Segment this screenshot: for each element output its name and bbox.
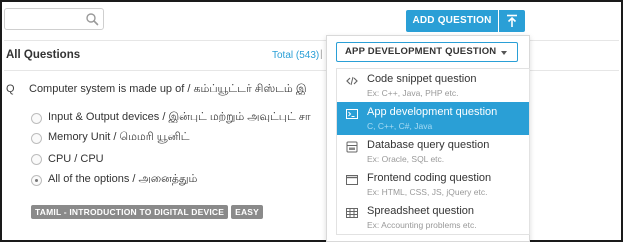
window-icon xyxy=(346,174,358,186)
menu-item-code-snippet[interactable]: Code snippet question Ex: C++, Java, PHP… xyxy=(337,69,529,102)
menu-item-title: App development question xyxy=(367,106,498,118)
search-icon[interactable] xyxy=(85,12,99,26)
radio-button-selected[interactable] xyxy=(31,174,42,186)
question-text: Computer system is made up of / கம்ப்யூட… xyxy=(29,83,307,95)
menu-item-subtitle: Ex: C++, Java, PHP etc. xyxy=(367,88,459,98)
upload-button[interactable] xyxy=(499,10,525,32)
total-count-link[interactable]: Total (543) xyxy=(272,50,319,61)
question-type-dropdown: APP DEVELOPMENT QUESTION Code snippet qu… xyxy=(326,35,530,242)
spreadsheet-icon xyxy=(346,207,358,219)
menu-item-title: Frontend coding question xyxy=(367,172,492,184)
question-tags: TAMIL - INTRODUCTION TO DIGITAL DEVICE E… xyxy=(31,205,264,219)
option-item[interactable]: Memory Unit / மெமரி யூனிட் xyxy=(31,130,190,146)
option-label: All of the options / அனைத்தும் xyxy=(48,173,198,185)
option-label: CPU / CPU xyxy=(48,153,104,165)
code-icon xyxy=(346,75,358,87)
difficulty-tag: EASY xyxy=(231,205,264,219)
search-input[interactable] xyxy=(4,8,104,30)
option-label: Memory Unit / மெமரி யூனிட் xyxy=(48,131,190,143)
caret-down-icon xyxy=(501,51,507,55)
question-type-menu: Code snippet question Ex: C++, Java, PHP… xyxy=(336,68,530,235)
page-title: All Questions xyxy=(6,49,81,61)
topic-tag: TAMIL - INTRODUCTION TO DIGITAL DEVICE xyxy=(31,205,229,219)
app-frame: All Questions Total (543) | Q Computer s… xyxy=(0,0,623,242)
option-item[interactable]: Input & Output devices / இன்புட் மற்றும்… xyxy=(31,110,311,126)
menu-item-frontend-coding[interactable]: Frontend coding question Ex: HTML, CSS, … xyxy=(337,168,529,201)
menu-item-subtitle: Ex: Oracle, SQL etc. xyxy=(367,154,445,164)
menu-item-subtitle: Ex: HTML, CSS, JS, jQuery etc. xyxy=(367,187,488,197)
menu-item-title: Database query question xyxy=(367,139,490,151)
menu-item-app-development[interactable]: App development question C, C++, C#, Jav… xyxy=(337,102,529,135)
menu-item-database-query[interactable]: Database query question Ex: Oracle, SQL … xyxy=(337,135,529,168)
radio-button[interactable] xyxy=(31,112,42,124)
question-number: Q xyxy=(6,83,15,95)
header-separator: | xyxy=(320,49,323,60)
menu-item-subtitle: Ex: Accounting problems etc. xyxy=(367,220,477,230)
question-type-select-value: APP DEVELOPMENT QUESTION xyxy=(345,46,497,57)
radio-button[interactable] xyxy=(31,132,42,144)
option-label: Input & Output devices / இன்புட் மற்றும்… xyxy=(48,111,311,123)
database-icon xyxy=(346,141,358,153)
menu-item-title: Code snippet question xyxy=(367,73,477,85)
radio-button[interactable] xyxy=(31,153,42,165)
add-question-button[interactable]: ADD QUESTION xyxy=(406,10,498,32)
question-type-select[interactable]: APP DEVELOPMENT QUESTION xyxy=(336,42,518,62)
terminal-icon xyxy=(346,108,358,120)
upload-icon xyxy=(507,14,517,27)
option-item[interactable]: All of the options / அனைத்தும் xyxy=(31,172,197,188)
menu-item-spreadsheet[interactable]: Spreadsheet question Ex: Accounting prob… xyxy=(337,201,529,234)
menu-item-title: Spreadsheet question xyxy=(367,205,475,217)
menu-item-subtitle: C, C++, C#, Java xyxy=(367,121,433,131)
option-item[interactable]: CPU / CPU xyxy=(31,151,104,167)
